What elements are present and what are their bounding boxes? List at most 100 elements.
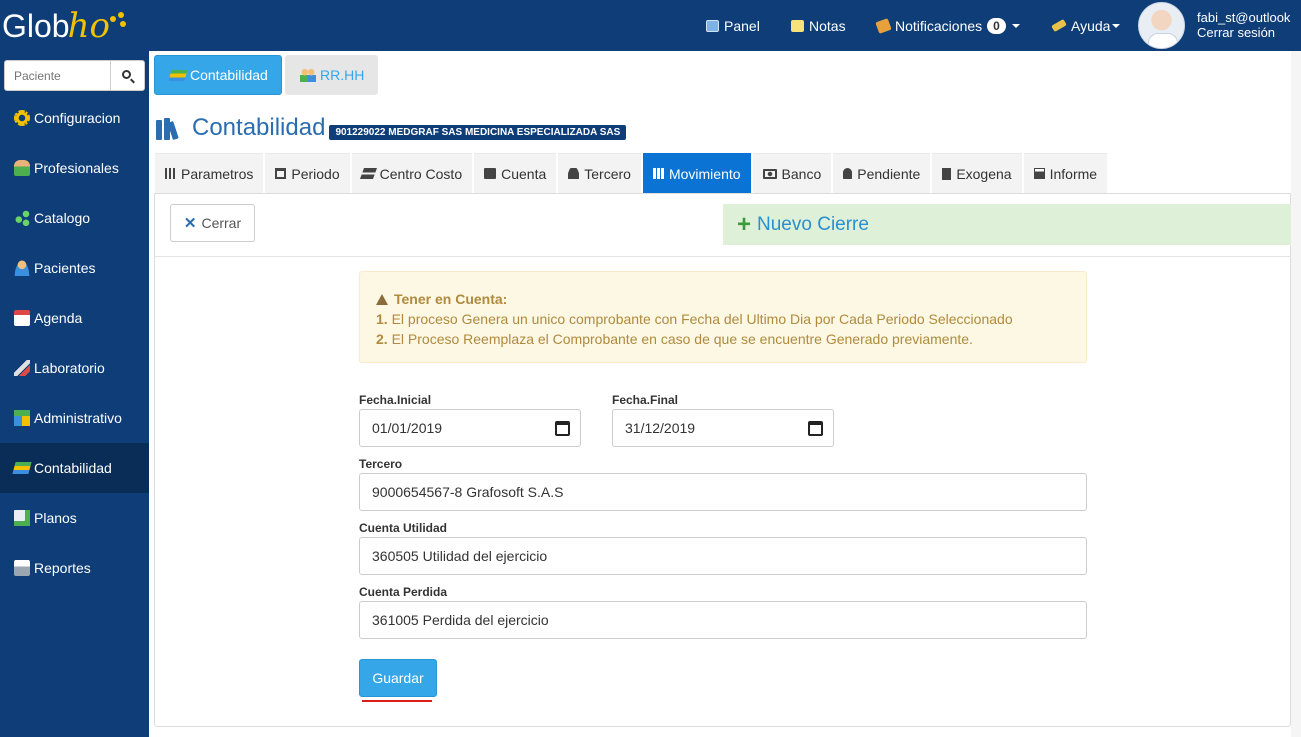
chevron-down-icon bbox=[1112, 23, 1121, 28]
nav-ayuda[interactable]: Ayuda bbox=[1051, 0, 1121, 51]
sidebar-item-label: Reportes bbox=[34, 560, 91, 576]
tab-label: Banco bbox=[781, 165, 822, 182]
accounting-icon bbox=[12, 462, 32, 474]
sidebar-item-reportes[interactable]: Reportes bbox=[0, 543, 149, 593]
app-logo[interactable]: Glob ho bbox=[2, 6, 128, 46]
page-heading: Contabilidad 901229022 MEDGRAF SAS MEDIC… bbox=[156, 114, 627, 142]
tab-exogena[interactable]: Exogena bbox=[932, 153, 1022, 193]
book-icon bbox=[484, 168, 497, 179]
bell-icon bbox=[843, 168, 853, 179]
tab-parametros[interactable]: Parametros bbox=[155, 153, 264, 193]
nav-ayuda-label: Ayuda bbox=[1071, 17, 1111, 34]
tab-centro-costo[interactable]: Centro Costo bbox=[351, 153, 473, 193]
search-button[interactable] bbox=[110, 61, 144, 90]
sliders-icon bbox=[165, 168, 176, 179]
sidebar-item-planos[interactable]: Planos bbox=[0, 493, 149, 543]
calendar-icon[interactable] bbox=[555, 421, 570, 436]
tab-movimiento[interactable]: Movimiento bbox=[642, 153, 751, 193]
document-icon bbox=[942, 167, 952, 180]
tab-label: Cuenta bbox=[501, 165, 547, 182]
cuenta-perdida-field[interactable]: 361005 Perdida del ejercicio bbox=[359, 601, 1087, 639]
calendar-icon[interactable] bbox=[808, 421, 823, 436]
nav-notas[interactable]: Notas bbox=[791, 0, 846, 51]
laboratory-icon bbox=[14, 360, 30, 376]
catalog-icon bbox=[14, 210, 30, 226]
panel-toolbar: ✕ Cerrar + Nuevo Cierre bbox=[155, 194, 1291, 257]
tab-tercero[interactable]: Tercero bbox=[558, 153, 641, 193]
nav-notificaciones[interactable]: Notificaciones 0 bbox=[875, 0, 1020, 51]
megaphone-icon bbox=[875, 17, 892, 34]
logout-link[interactable]: Cerrar sesión bbox=[1197, 25, 1290, 40]
plus-icon: + bbox=[737, 210, 752, 238]
new-closing-title: Nuevo Cierre bbox=[757, 213, 869, 235]
sidebar-item-catalogo[interactable]: Catalogo bbox=[0, 193, 149, 243]
fecha-final-field[interactable]: 31/12/2019 bbox=[612, 409, 834, 447]
module-tab-label: Contabilidad bbox=[190, 67, 268, 83]
nav-notificaciones-label: Notificaciones bbox=[895, 17, 983, 34]
sidebar-item-administrativo[interactable]: Administrativo bbox=[0, 393, 149, 443]
nav-panel[interactable]: Panel bbox=[706, 0, 760, 51]
professionals-icon bbox=[14, 160, 30, 176]
people-icon bbox=[300, 68, 316, 82]
tab-informe[interactable]: Informe bbox=[1023, 153, 1108, 193]
cost-center-icon bbox=[359, 168, 377, 179]
search-icon bbox=[122, 70, 131, 79]
gear-icon bbox=[14, 110, 30, 126]
printer-icon bbox=[14, 560, 30, 576]
cuenta-utilidad-field[interactable]: 360505 Utilidad del ejercicio bbox=[359, 537, 1087, 575]
tab-label: Centro Costo bbox=[379, 165, 463, 182]
module-tab-rrhh[interactable]: RR.HH bbox=[285, 55, 378, 95]
sidebar-item-label: Contabilidad bbox=[34, 460, 112, 476]
alert-title: Tener en Cuenta: bbox=[394, 291, 508, 307]
tab-label: Movimiento bbox=[668, 165, 741, 182]
note-icon bbox=[791, 19, 804, 32]
alert-number: 2. bbox=[376, 331, 388, 347]
module-tab-contabilidad[interactable]: Contabilidad bbox=[154, 55, 282, 95]
close-button-label: Cerrar bbox=[201, 215, 242, 231]
patient-search bbox=[4, 60, 145, 91]
notification-count-badge: 0 bbox=[987, 17, 1006, 34]
sidebar-item-configuracion[interactable]: Configuracion bbox=[0, 93, 149, 143]
calendar-icon bbox=[14, 310, 30, 326]
sidebar-item-pacientes[interactable]: Pacientes bbox=[0, 243, 149, 293]
tab-periodo[interactable]: Periodo bbox=[265, 153, 350, 193]
tab-banco[interactable]: Banco bbox=[752, 153, 832, 193]
sidebar-item-label: Catalogo bbox=[34, 210, 91, 226]
alert-line: El proceso Genera un unico comprobante c… bbox=[391, 311, 1013, 327]
sub-tabs: Parametros Periodo Centro Costo Cuenta T… bbox=[155, 153, 1109, 193]
top-navbar: Glob ho Panel Notas Notificaciones 0 Ayu… bbox=[0, 0, 1301, 51]
alert-number: 1. bbox=[376, 311, 388, 327]
administrative-icon bbox=[14, 410, 30, 426]
monitor-icon bbox=[706, 19, 719, 32]
fecha-inicial-label: Fecha.Inicial bbox=[359, 393, 432, 407]
sidebar-item-agenda[interactable]: Agenda bbox=[0, 293, 149, 343]
module-tab-label: RR.HH bbox=[320, 67, 365, 83]
nav-notas-label: Notas bbox=[809, 17, 846, 34]
tab-cuenta[interactable]: Cuenta bbox=[474, 153, 557, 193]
cuenta-perdida-label: Cuenta Perdida bbox=[359, 585, 448, 599]
sidebar-item-profesionales[interactable]: Profesionales bbox=[0, 143, 149, 193]
tab-label: Tercero bbox=[584, 165, 631, 182]
cuenta-perdida-value: 361005 Perdida del ejercicio bbox=[372, 612, 549, 628]
sidebar-item-contabilidad[interactable]: Contabilidad bbox=[0, 443, 149, 493]
window-icon bbox=[275, 168, 287, 179]
sidebar-item-laboratorio[interactable]: Laboratorio bbox=[0, 343, 149, 393]
page-scrollbar[interactable] bbox=[1291, 51, 1301, 737]
tercero-value: 9000654567-8 Grafosoft S.A.S bbox=[372, 484, 564, 500]
logo-text: Glob bbox=[2, 7, 70, 44]
save-button[interactable]: Guardar bbox=[359, 659, 437, 697]
tab-label: Periodo bbox=[291, 165, 340, 182]
company-badge: 901229022 MEDGRAF SAS MEDICINA ESPECIALI… bbox=[329, 124, 627, 140]
close-button[interactable]: ✕ Cerrar bbox=[170, 204, 255, 242]
fecha-inicial-field[interactable]: 01/01/2019 bbox=[359, 409, 581, 447]
tab-pendiente[interactable]: Pendiente bbox=[833, 153, 931, 193]
tercero-field[interactable]: 9000654567-8 Grafosoft S.A.S bbox=[359, 473, 1087, 511]
search-input[interactable] bbox=[5, 61, 110, 90]
fecha-final-label: Fecha.Final bbox=[612, 393, 679, 407]
tercero-label: Tercero bbox=[359, 457, 403, 471]
highlight-underline bbox=[362, 700, 432, 702]
sidebar-item-label: Planos bbox=[34, 510, 77, 526]
user-menu[interactable]: fabi_st@outlook Cerrar sesión bbox=[1197, 10, 1290, 40]
close-icon: ✕ bbox=[183, 215, 197, 232]
avatar[interactable] bbox=[1138, 2, 1185, 49]
